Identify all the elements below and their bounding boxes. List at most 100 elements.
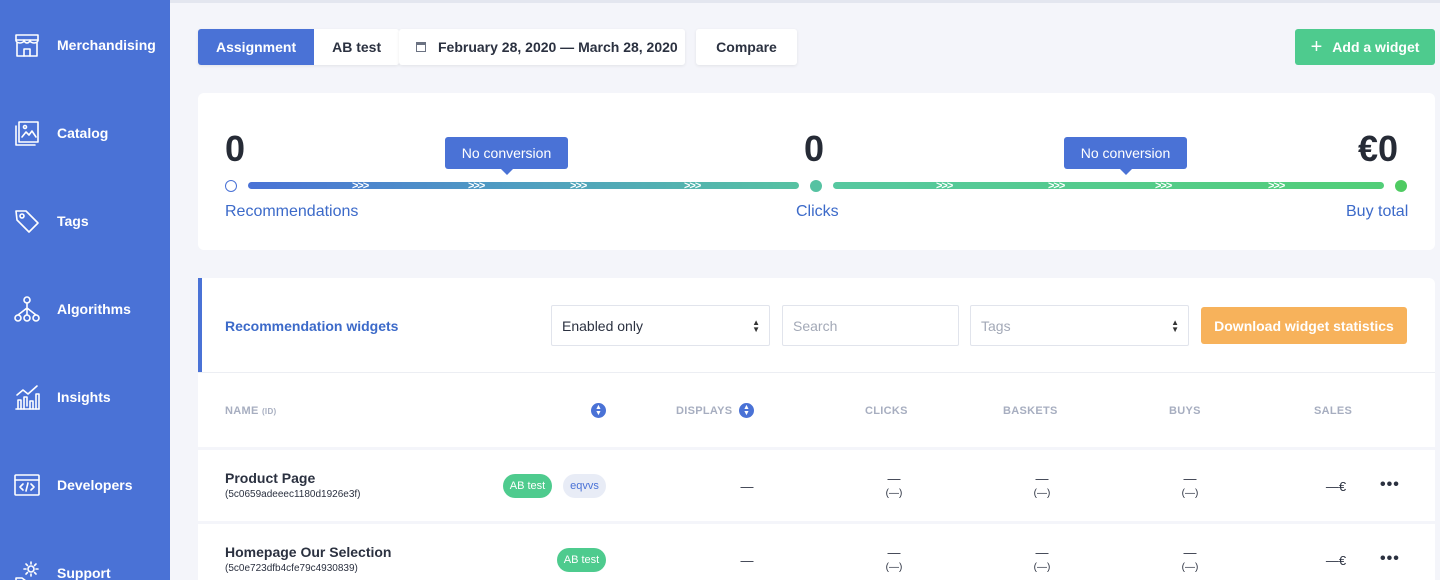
sidebar-item-support[interactable]: Support: [0, 543, 170, 580]
more-options-icon[interactable]: •••: [1380, 476, 1400, 494]
header-divider: [198, 372, 1435, 373]
support-gear-icon: [13, 559, 41, 580]
buys-rate: (—): [1181, 562, 1199, 573]
select-arrows-icon: ▲ ▼: [752, 318, 760, 334]
tags-select[interactable]: Tags ▲ ▼: [970, 305, 1189, 346]
clicks-rate: (—): [885, 562, 903, 573]
buy-total-value: €0: [1358, 128, 1399, 169]
conversion-tooltip-2: No conversion: [1064, 137, 1187, 175]
sidebar-item-developers[interactable]: Developers: [0, 455, 170, 515]
widgets-accent-bar: [198, 278, 202, 373]
code-icon: [13, 471, 41, 499]
buys-cell: — (—): [1176, 471, 1204, 499]
add-widget-button[interactable]: + Add a widget: [1295, 29, 1435, 65]
ab-test-badge: AB test: [557, 548, 606, 572]
funnel-bar-recommendations-clicks: [248, 182, 799, 189]
download-statistics-button[interactable]: Download widget statistics: [1201, 307, 1407, 344]
baskets-rate: (—): [1033, 488, 1051, 499]
date-range-picker[interactable]: February 28, 2020 — March 28, 2020: [399, 29, 685, 65]
store-icon: [13, 31, 41, 59]
buys-value: —: [1183, 545, 1197, 560]
sort-icon[interactable]: ▲ ▼: [739, 403, 754, 418]
sidebar-item-label: Catalog: [57, 125, 109, 141]
widgets-title: Recommendation widgets: [225, 318, 399, 334]
funnel-card: [198, 93, 1435, 250]
column-header-name: NAME (ID): [225, 405, 276, 417]
clicks-value: 0: [804, 128, 825, 169]
chevron-right-icon: >>>: [1268, 180, 1285, 192]
tag-icon: [13, 207, 41, 235]
widget-id: (5c0659adeeec1180d1926e3f): [225, 489, 361, 500]
ab-test-badge: AB test: [503, 474, 552, 498]
sidebar-item-tags[interactable]: Tags: [0, 191, 170, 251]
plus-icon: +: [1310, 36, 1323, 58]
sidebar-item-label: Insights: [57, 389, 111, 405]
catalog-icon: [13, 119, 41, 147]
baskets-value: —: [1035, 471, 1049, 486]
recommendations-label: Recommendations: [225, 203, 359, 220]
sort-icon[interactable]: ▲ ▼: [591, 403, 606, 418]
sidebar-item-label: Support: [57, 565, 111, 580]
displays-value: —: [740, 479, 754, 494]
compare-button[interactable]: Compare: [696, 29, 797, 65]
chevron-right-icon: >>>: [468, 180, 485, 192]
more-options-icon[interactable]: •••: [1380, 550, 1400, 568]
chevron-right-icon: >>>: [352, 180, 369, 192]
sidebar-item-catalog[interactable]: Catalog: [0, 103, 170, 163]
sidebar-item-label: Developers: [57, 477, 133, 493]
sidebar-item-label: Merchandising: [57, 37, 156, 53]
baskets-cell: — (—): [1028, 471, 1056, 499]
clicks-value: —: [887, 471, 901, 486]
sidebar-item-label: Tags: [57, 213, 89, 229]
tab-assignment[interactable]: Assignment: [198, 29, 315, 65]
widget-name[interactable]: Homepage Our Selection: [225, 544, 391, 560]
widget-name[interactable]: Product Page: [225, 470, 315, 486]
buys-cell: — (—): [1176, 545, 1204, 573]
sidebar: Merchandising Catalog Tags Algorithms In…: [0, 0, 170, 580]
buy-total-label: Buy total: [1346, 203, 1409, 220]
widget-id: (5c0e723dfb4cfe79c4930839): [225, 563, 358, 574]
add-widget-label: Add a widget: [1332, 39, 1420, 55]
algorithm-icon: [13, 295, 41, 323]
column-header-displays: DISPLAYS: [676, 405, 733, 417]
tags-placeholder: Tags: [981, 317, 1011, 334]
enabled-filter-value: Enabled only: [562, 317, 643, 334]
chevron-right-icon: >>>: [1155, 180, 1172, 192]
displays-value: —: [740, 553, 754, 568]
chevron-right-icon: >>>: [570, 180, 587, 192]
clicks-cell: — (—): [880, 471, 908, 499]
chevron-right-icon: >>>: [1048, 180, 1065, 192]
sidebar-item-insights[interactable]: Insights: [0, 367, 170, 427]
tab-ab-test[interactable]: AB test: [314, 29, 400, 65]
row-divider: [198, 447, 1435, 450]
chevron-right-icon: >>>: [684, 180, 701, 192]
sales-value: —€: [1325, 553, 1347, 568]
insights-icon: [13, 383, 41, 411]
select-arrows-icon: ▲ ▼: [1171, 318, 1179, 334]
sidebar-item-algorithms[interactable]: Algorithms: [0, 279, 170, 339]
funnel-bar-clicks-buy: [833, 182, 1384, 189]
sidebar-item-label: Algorithms: [57, 301, 131, 317]
baskets-cell: — (—): [1028, 545, 1056, 573]
baskets-value: —: [1035, 545, 1049, 560]
column-header-clicks: CLICKS: [865, 405, 908, 417]
column-header-baskets: BASKETS: [1003, 405, 1058, 417]
top-divider: [170, 0, 1440, 3]
clicks-rate: (—): [885, 488, 903, 499]
clicks-label: Clicks: [796, 203, 839, 220]
sales-value: —€: [1325, 479, 1347, 494]
conversion-tooltip-1: No conversion: [445, 137, 568, 175]
clicks-cell: — (—): [880, 545, 908, 573]
clicks-value: —: [887, 545, 901, 560]
sidebar-item-merchandising[interactable]: Merchandising: [0, 15, 170, 75]
search-input[interactable]: Search: [782, 305, 959, 346]
column-name-label: NAME: [225, 405, 259, 417]
tag-badge: eqvvs: [563, 474, 606, 498]
buys-value: —: [1183, 471, 1197, 486]
baskets-rate: (—): [1033, 562, 1051, 573]
enabled-filter-select[interactable]: Enabled only ▲ ▼: [551, 305, 770, 346]
funnel-clicks-dot: [810, 180, 822, 192]
column-header-buys: BUYS: [1169, 405, 1201, 417]
date-range-label: February 28, 2020 — March 28, 2020: [438, 39, 678, 55]
row-divider: [198, 521, 1435, 524]
